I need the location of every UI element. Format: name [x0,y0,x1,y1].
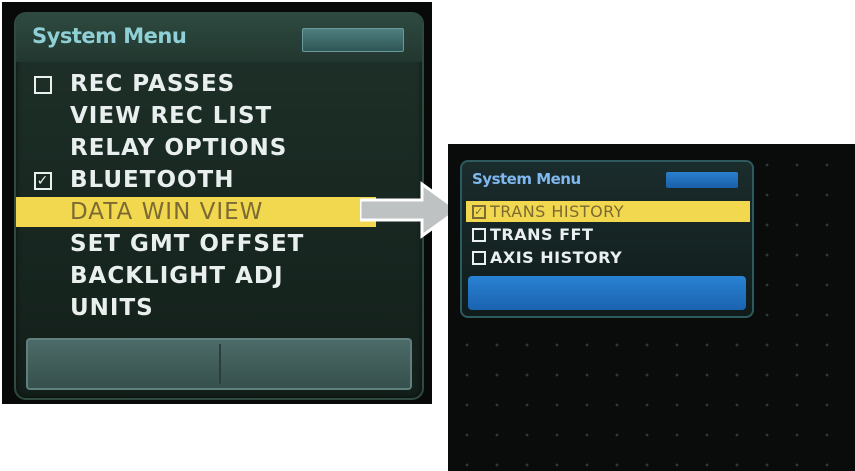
menu-item-label: RELAY OPTIONS [70,135,288,161]
checkbox-checked[interactable]: ✓ [472,205,486,219]
system-submenu-panel: System Menu ✓ TRANS HISTORY TRANS FFT AX… [460,160,754,318]
menu-item-label: TRANS FFT [490,225,594,244]
submenu-screen: System Menu ✓ TRANS HISTORY TRANS FFT AX… [448,144,855,471]
checkbox[interactable] [472,251,486,265]
menu-item-view-rec-list[interactable]: VIEW REC LIST [16,100,422,132]
menu-item-units[interactable]: UNITS [16,292,422,324]
menu-item-label: BACKLIGHT ADJ [70,263,284,289]
menu-item-backlight-adj[interactable]: BACKLIGHT ADJ [16,260,422,292]
right-arrow-icon [360,181,460,239]
checkbox-checked[interactable]: ✓ [34,172,52,190]
soft-key-bar[interactable] [468,276,746,310]
menu-title: System Menu [32,24,187,48]
menu-item-trans-fft[interactable]: TRANS FFT [462,223,752,246]
menu-item-label: BLUETOOTH [70,167,235,193]
menu-item-label: AXIS HISTORY [490,248,623,267]
menu-header: System Menu [16,14,422,62]
menu-item-label: DATA WIN VIEW [70,199,264,225]
menu-item-relay-options[interactable]: RELAY OPTIONS [16,132,422,164]
menu-item-rec-passes[interactable]: REC PASSES [16,68,422,100]
menu-item-label: VIEW REC LIST [70,103,273,129]
menu-item-label: SET GMT OFFSET [70,231,305,257]
menu-item-label: REC PASSES [70,71,236,97]
menu-item-axis-history[interactable]: AXIS HISTORY [462,246,752,269]
header-indicator [302,28,404,52]
submenu-list: ✓ TRANS HISTORY TRANS FFT AXIS HISTORY [462,200,752,269]
soft-key-bar[interactable] [26,338,412,390]
checkbox[interactable] [472,228,486,242]
menu-title: System Menu [472,170,581,188]
menu-item-trans-history[interactable]: ✓ TRANS HISTORY [462,200,752,223]
checkbox[interactable] [34,76,52,94]
menu-item-label: TRANS HISTORY [490,202,625,221]
menu-item-label: UNITS [70,295,154,321]
header-indicator [666,172,738,188]
soft-key-divider [219,344,221,384]
